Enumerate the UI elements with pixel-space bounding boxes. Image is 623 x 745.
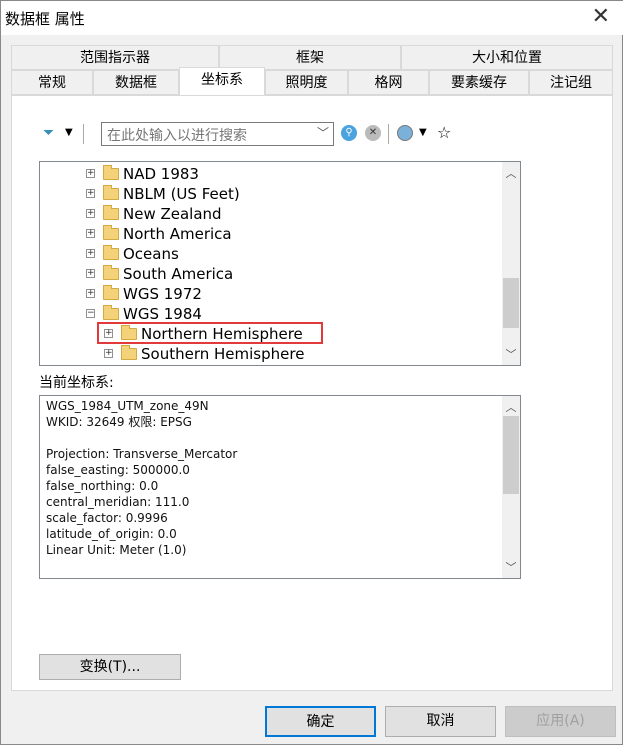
detail-line: WKID: 32649 权限: EPSG <box>46 415 192 429</box>
tree-item-label: WGS 1984 <box>123 305 202 323</box>
toolbar-separator <box>83 124 84 144</box>
expand-icon[interactable]: + <box>86 229 95 238</box>
detail-line: latitude_of_origin: 0.0 <box>46 527 177 541</box>
folder-icon <box>121 345 137 360</box>
cancel-button[interactable]: 取消 <box>385 706 496 737</box>
folder-icon <box>103 285 119 300</box>
tree-item-label: North America <box>123 225 232 243</box>
detail-line: central_meridian: 111.0 <box>46 495 190 509</box>
detail-line: Linear Unit: Meter (1.0) <box>46 543 187 557</box>
globe-dropdown-icon[interactable]: ▼ <box>419 127 427 138</box>
tab-grids[interactable]: 格网 <box>348 70 429 95</box>
folder-icon <box>103 225 119 240</box>
tree-item-label: WGS 1972 <box>123 285 202 303</box>
folder-icon <box>103 205 119 220</box>
tab-annotation-groups[interactable]: 注记组 <box>529 70 613 95</box>
filter-icon[interactable]: ⏷ <box>43 125 54 141</box>
clear-search-icon[interactable]: ✕ <box>365 125 381 141</box>
expand-icon[interactable]: + <box>86 289 95 298</box>
chevron-down-icon[interactable]: ﹀ <box>317 124 329 141</box>
tree-item-label: Southern Hemisphere <box>141 345 305 363</box>
tab-coordinate-system[interactable]: 坐标系 <box>179 67 265 95</box>
collapse-icon[interactable]: − <box>86 309 95 318</box>
expand-icon[interactable]: + <box>86 189 95 198</box>
detail-line: WGS_1984_UTM_zone_49N <box>46 399 209 413</box>
folder-icon <box>103 185 119 200</box>
scroll-up-icon[interactable]: ︿ <box>502 399 520 415</box>
close-icon[interactable]: ✕ <box>592 4 610 29</box>
scroll-down-icon[interactable]: ﹀ <box>502 559 520 575</box>
filter-dropdown-icon[interactable]: ▼ <box>65 127 73 138</box>
globe-icon[interactable] <box>397 125 413 141</box>
scroll-down-icon[interactable]: ﹀ <box>502 346 520 362</box>
tab-size-position[interactable]: 大小和位置 <box>401 45 613 70</box>
detail-line: false_northing: 0.0 <box>46 479 159 493</box>
tree-scrollbar[interactable]: ︿ ﹀ <box>502 162 520 365</box>
folder-icon <box>103 165 119 180</box>
folder-icon <box>103 265 119 280</box>
folder-icon <box>103 245 119 260</box>
scroll-thumb[interactable] <box>503 416 519 494</box>
tree-item-label: NAD 1983 <box>123 165 199 183</box>
tree-item-label: Oceans <box>123 245 179 263</box>
scroll-up-icon[interactable]: ︿ <box>502 165 520 181</box>
expand-icon[interactable]: + <box>86 169 95 178</box>
tab-feature-cache[interactable]: 要素缓存 <box>429 70 529 95</box>
tree-item-label: South America <box>123 265 234 283</box>
details-scrollbar[interactable]: ︿ ﹀ <box>502 396 520 578</box>
expand-icon[interactable]: + <box>104 349 113 358</box>
apply-button[interactable]: 应用(A) <box>505 706 616 737</box>
expand-icon[interactable]: + <box>86 209 95 218</box>
tab-illumination[interactable]: 照明度 <box>265 70 348 95</box>
coordinate-system-details[interactable]: WGS_1984_UTM_zone_49N WKID: 32649 权限: EPS… <box>39 395 521 579</box>
tree-item-label: New Zealand <box>123 205 222 223</box>
add-favorite-icon[interactable]: ☆ <box>437 123 451 142</box>
current-coordinate-system-label: 当前坐标系: <box>39 375 114 391</box>
expand-icon[interactable]: + <box>86 249 95 258</box>
transform-button[interactable]: 变换(T)... <box>39 654 181 680</box>
ok-button[interactable]: 确定 <box>265 706 376 737</box>
folder-icon <box>103 305 119 320</box>
search-input[interactable]: 在此处输入以进行搜索 ﹀ <box>101 122 334 146</box>
detail-line: scale_factor: 0.9996 <box>46 511 168 525</box>
window-title: 数据框 属性 <box>5 10 85 28</box>
toolbar-separator <box>388 124 389 144</box>
tree-item-label: NBLM (US Feet) <box>123 185 240 203</box>
tab-data-frame[interactable]: 数据框 <box>93 70 179 95</box>
detail-line: Projection: Transverse_Mercator <box>46 447 238 461</box>
search-icon[interactable]: ⚲ <box>341 125 357 141</box>
scroll-thumb[interactable] <box>503 278 519 328</box>
title-bar: 数据框 属性 ✕ <box>1 1 623 35</box>
detail-line: false_easting: 500000.0 <box>46 463 190 477</box>
search-placeholder: 在此处输入以进行搜索 <box>107 128 247 144</box>
highlight-box <box>97 322 323 344</box>
tab-general[interactable]: 常规 <box>11 70 93 95</box>
expand-icon[interactable]: + <box>86 269 95 278</box>
